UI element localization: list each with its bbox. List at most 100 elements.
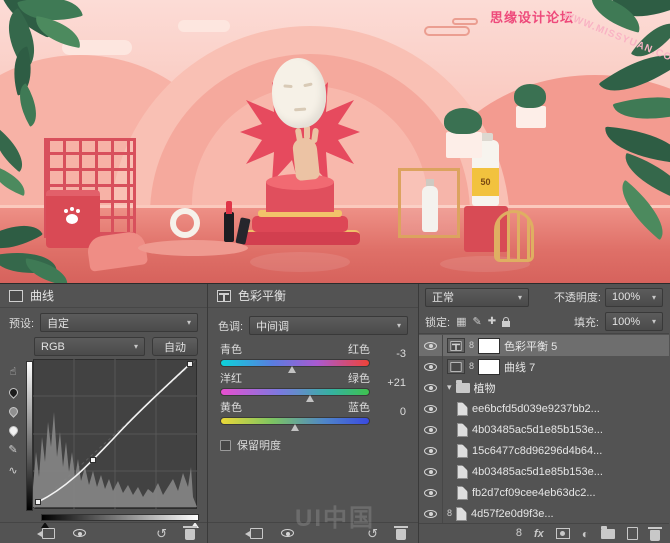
targeted-adjustment-icon[interactable]: ☝ [10, 367, 17, 378]
delete-icon[interactable] [396, 529, 406, 540]
layer-name: 植物 [474, 380, 496, 396]
layers-panel: 正常 ▾ 不透明度: 100% ▾ 锁定: ▦ ✎ ✚ 填充: 100% ▾ [419, 284, 669, 543]
layer-row[interactable]: ee6bcfd5d039e9237bb2... [419, 398, 669, 419]
slider-thumb[interactable] [288, 366, 296, 373]
visibility-toggle[interactable] [419, 398, 443, 419]
add-mask-icon[interactable] [556, 528, 570, 539]
magenta-green-slider[interactable] [220, 388, 370, 396]
blend-mode-value: 正常 [432, 289, 514, 305]
adjustment-layer-thumbnail[interactable] [447, 359, 465, 374]
slider-left-label: 青色 [220, 341, 242, 357]
opacity-label: 不透明度: [554, 289, 601, 305]
preset-dropdown[interactable]: 自定 ▾ [40, 313, 198, 332]
channel-value: RGB [41, 341, 130, 353]
visibility-toggle[interactable] [419, 335, 443, 356]
black-point-eyedropper-icon[interactable] [7, 386, 20, 399]
fill-dropdown[interactable]: 100% ▾ [605, 312, 663, 331]
yellow-blue-slider[interactable] [220, 417, 370, 425]
chevron-down-icon: ▾ [518, 293, 522, 302]
opacity-dropdown[interactable]: 100% ▾ [605, 288, 663, 307]
cloud-outline [452, 18, 478, 25]
preset-value: 自定 [47, 315, 183, 331]
visibility-toggle[interactable] [419, 377, 443, 398]
visibility-toggle[interactable] [419, 482, 443, 503]
magenta-green-slider-block: 洋红 绿色 +21 [220, 370, 406, 396]
delete-layer-icon[interactable] [650, 530, 660, 541]
layer-name: 4b03485ac5d1e85b153e... [472, 466, 603, 478]
plant-shelf [516, 106, 546, 128]
visibility-toggle[interactable] [419, 461, 443, 482]
layer-group-row-plants[interactable]: ▾ 植物 [419, 377, 669, 398]
layer-row-color-balance-5[interactable]: 8 色彩平衡 5 [419, 335, 669, 356]
slider-thumb[interactable] [306, 395, 314, 402]
visibility-toggle[interactable] [419, 419, 443, 440]
adjustment-layer-thumbnail[interactable] [447, 338, 465, 353]
new-group-icon[interactable] [601, 529, 615, 539]
layer-row[interactable]: fb2d7cf09cee4eb63dc2... [419, 482, 669, 503]
chevron-down-icon: ▾ [134, 342, 138, 351]
auto-button-label: 自动 [164, 339, 186, 355]
layer-mask-thumbnail[interactable] [478, 359, 500, 375]
reset-icon[interactable]: ↺ [156, 527, 167, 540]
layer-list: 8 色彩平衡 5 8 曲线 7 ▾ 植物 [419, 335, 669, 523]
layer-row-curves-7[interactable]: 8 曲线 7 [419, 356, 669, 377]
new-layer-icon[interactable] [627, 527, 638, 540]
layer-style-icon[interactable]: fx [534, 528, 544, 540]
reset-icon[interactable]: ↺ [367, 527, 378, 540]
eye-icon [424, 447, 437, 455]
color-balance-panel-header: 色彩平衡 [208, 284, 418, 308]
tone-dropdown[interactable]: 中间调 ▾ [249, 316, 408, 335]
lock-position-icon[interactable]: ✚ [488, 316, 496, 327]
link-layers-icon[interactable]: 8 [516, 528, 522, 539]
paw-toe [76, 209, 80, 213]
cyan-red-slider-block: 青色 红色 -3 [220, 341, 406, 367]
visibility-toggle-icon[interactable] [281, 529, 294, 537]
layer-name: 色彩平衡 5 [504, 338, 557, 354]
group-expand-icon[interactable]: ▾ [447, 382, 452, 393]
gray-point-eyedropper-icon[interactable] [7, 405, 20, 418]
chevron-down-icon: ▾ [652, 293, 656, 302]
auto-button[interactable]: 自动 [152, 337, 198, 356]
lock-all-icon[interactable] [502, 321, 510, 327]
slider-right-label: 蓝色 [348, 399, 370, 415]
smart-object-icon [457, 486, 468, 500]
slider-left-label: 洋红 [220, 370, 242, 386]
mask-mouth [294, 108, 306, 112]
smooth-curve-icon[interactable]: ∿ [8, 466, 17, 477]
curves-properties-panel: 曲线 预设: 自定 ▾ RGB ▾ 自动 ☝ [0, 284, 208, 543]
white-point-eyedropper-icon[interactable] [7, 424, 20, 437]
layer-row[interactable]: 4b03485ac5d1e85b153e... [419, 461, 669, 482]
delete-icon[interactable] [185, 529, 195, 540]
pencil-icon[interactable]: ✎ [8, 445, 17, 456]
cosmetic-bottle [422, 186, 438, 232]
slider-thumb[interactable] [291, 424, 299, 431]
layer-row[interactable]: 15c6477c8d96296d4b64... [419, 440, 669, 461]
lock-transparency-icon[interactable]: ▦ [456, 315, 466, 328]
clip-to-layer-icon[interactable] [250, 528, 263, 539]
curves-icon [450, 362, 461, 372]
visibility-toggle[interactable] [419, 356, 443, 377]
layer-row[interactable]: 8 4d57f2e0d9f3e... [419, 503, 669, 523]
layer-row[interactable]: 4b03485ac5d1e85b153e... [419, 419, 669, 440]
channel-dropdown[interactable]: RGB ▾ [34, 337, 145, 356]
preset-label: 预设: [9, 315, 34, 331]
document-canvas[interactable]: 50 思缘设计论坛 WWW.MISSYUAN.COM [0, 0, 670, 284]
new-adjustment-layer-icon[interactable]: ◐ [582, 527, 589, 541]
visibility-toggle[interactable] [419, 440, 443, 461]
visibility-toggle-icon[interactable] [73, 529, 86, 537]
mask-eye [283, 84, 292, 88]
preserve-luminosity-checkbox[interactable] [220, 440, 231, 451]
color-balance-panel-title: 色彩平衡 [238, 287, 286, 304]
visibility-toggle[interactable] [419, 503, 443, 523]
cyan-red-slider[interactable] [220, 359, 370, 367]
cloud-outline [424, 26, 470, 36]
curves-graph[interactable] [33, 359, 197, 509]
clip-to-layer-icon[interactable] [42, 528, 55, 539]
layer-name: 4b03485ac5d1e85b153e... [472, 424, 603, 436]
lock-pixels-icon[interactable]: ✎ [472, 315, 481, 328]
layer-name: fb2d7cf09cee4eb63dc2... [472, 487, 596, 499]
blend-mode-dropdown[interactable]: 正常 ▾ [425, 288, 529, 307]
layer-mask-thumbnail[interactable] [478, 338, 500, 354]
photoshop-window: 50 思缘设计论坛 WWW.MISSYUAN.COM [0, 0, 670, 543]
eye-icon [424, 384, 437, 392]
